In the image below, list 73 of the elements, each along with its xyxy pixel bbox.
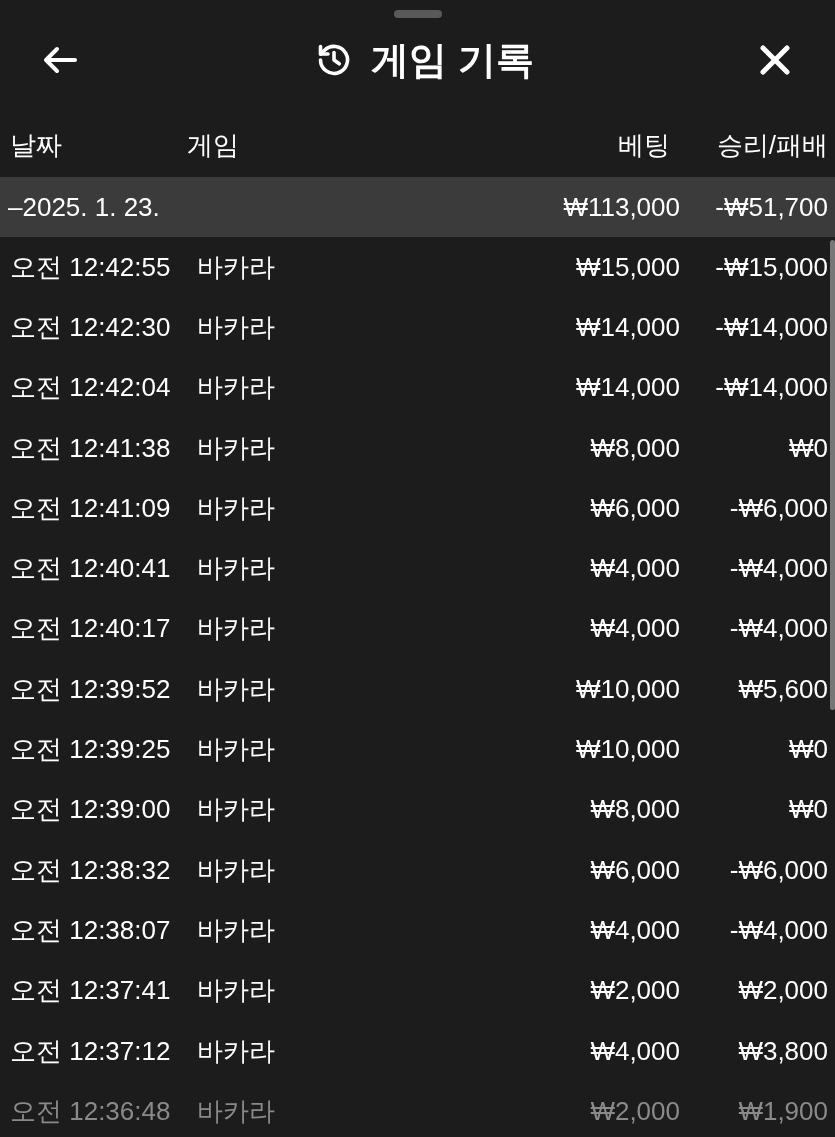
result-cell-text: ₩0 <box>788 733 828 766</box>
close-icon <box>759 44 791 76</box>
game-cell-text: 바카라 <box>197 1094 276 1128</box>
time-cell-text: 오전 12:42:04 <box>9 371 172 405</box>
bet-cell-text: ₩4,000 <box>589 913 680 947</box>
game-cell-text: 바카라 <box>197 250 276 284</box>
time-cell-text: 오전 12:41:09 <box>9 491 172 525</box>
bet-cell-text: ₩10,000 <box>574 672 680 706</box>
game-cell-text: 바카라 <box>197 672 276 706</box>
column-header: 게임 <box>187 129 240 162</box>
bet-cell-text: ₩6,000 <box>589 491 680 525</box>
group-result-total: -₩51,700 <box>714 190 828 224</box>
result-cell-text: -₩14,000 <box>714 371 828 405</box>
time-cell-text: 오전 12:40:41 <box>9 552 172 586</box>
time-cell-text: 오전 12:39:52 <box>9 672 172 706</box>
time-cell-text: 오전 12:42:55 <box>9 250 172 284</box>
result-cell-text: ₩1,900 <box>737 1094 828 1128</box>
bet-cell-text: ₩8,000 <box>589 793 680 827</box>
time-cell-text: 오전 12:38:07 <box>9 913 172 947</box>
result-cell-text: -₩6,000 <box>728 853 828 887</box>
bet-cell-text: ₩4,000 <box>589 552 680 586</box>
column-header: 승리/패배 <box>715 129 828 162</box>
result-cell-text: ₩0 <box>788 431 828 465</box>
scrollbar[interactable] <box>830 240 835 710</box>
game-cell-text: 바카라 <box>197 612 276 646</box>
result-cell-text: ₩3,800 <box>737 1034 828 1068</box>
bet-cell-text: ₩15,000 <box>574 250 680 284</box>
time-cell-text: 오전 12:36:48 <box>9 1094 172 1128</box>
result-cell-text: -₩6,000 <box>728 491 828 525</box>
drag-handle[interactable] <box>393 10 442 18</box>
result-cell-text: -₩15,000 <box>714 250 828 284</box>
window-title: 게임 기록 <box>371 37 534 83</box>
date-group-row[interactable]: –2025. 1. 23. ₩113,000 -₩51,700 <box>0 177 835 237</box>
bet-cell-text: ₩8,000 <box>589 431 680 465</box>
back-arrow-icon <box>42 46 78 74</box>
bet-cell-text: ₩14,000 <box>574 310 680 344</box>
time-cell-text: 오전 12:42:30 <box>9 310 172 344</box>
group-date: –2025. 1. 23. <box>7 190 161 224</box>
game-cell-text: 바카라 <box>197 371 276 405</box>
bet-cell-text: ₩6,000 <box>589 853 680 887</box>
game-cell-text: 바카라 <box>197 793 276 827</box>
result-cell-text: ₩0 <box>788 793 828 827</box>
result-cell-text: -₩4,000 <box>728 913 828 947</box>
game-cell-text: 바카라 <box>197 310 276 344</box>
bet-cell-text: ₩10,000 <box>574 733 680 766</box>
bet-cell-text: ₩2,000 <box>589 1094 680 1128</box>
bet-cell-text: ₩14,000 <box>574 371 680 405</box>
group-bet-total: ₩113,000 <box>562 190 680 224</box>
game-cell-text: 바카라 <box>197 552 276 586</box>
time-cell-text: 오전 12:38:32 <box>9 853 172 887</box>
time-cell-text: 오전 12:41:38 <box>9 431 172 465</box>
game-cell-text: 바카라 <box>197 491 276 525</box>
bet-cell-text: ₩2,000 <box>589 974 680 1008</box>
game-cell-text: 바카라 <box>197 974 276 1008</box>
result-cell-text: -₩4,000 <box>728 612 828 646</box>
game-cell-text: 바카라 <box>197 431 276 465</box>
time-cell-text: 오전 12:39:00 <box>9 793 172 827</box>
time-cell-text: 오전 12:39:25 <box>9 733 172 766</box>
bet-cell-text: ₩4,000 <box>589 1034 680 1068</box>
column-header: 베팅 <box>617 129 670 162</box>
time-cell-text: 오전 12:37:41 <box>9 974 172 1008</box>
result-cell-text: -₩14,000 <box>714 310 828 344</box>
game-cell-text: 바카라 <box>197 913 276 947</box>
time-cell-text: 오전 12:40:17 <box>9 612 172 646</box>
bet-cell-text: ₩4,000 <box>589 612 680 646</box>
column-header: 날짜 <box>9 129 63 162</box>
game-cell-text: 바카라 <box>197 853 276 887</box>
game-cell-text: 바카라 <box>197 733 276 766</box>
game-cell-text: 바카라 <box>197 1034 276 1068</box>
result-cell-text: -₩4,000 <box>728 552 828 586</box>
result-cell-text: ₩5,600 <box>737 672 828 706</box>
time-cell-text: 오전 12:37:12 <box>9 1034 172 1068</box>
result-cell-text: ₩2,000 <box>737 974 828 1008</box>
